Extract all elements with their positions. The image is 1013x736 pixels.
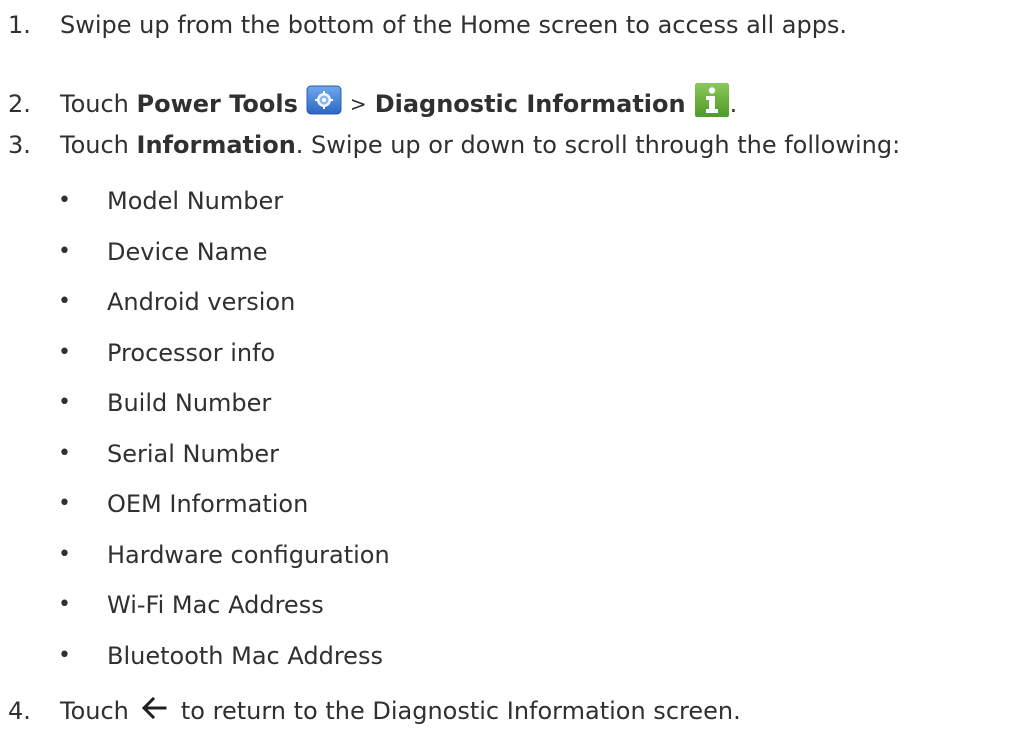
information-items-list: • Model Number • Device Name • Android vers… [58, 186, 390, 691]
step-3: 3. Touch Information . Swipe up or down … [8, 130, 900, 160]
instructions-document: 1. Swipe up from the bottom of the Home … [0, 0, 1013, 736]
list-item-text: Serial Number [107, 439, 279, 468]
step-4: 4. Touch to return to the Diagnostic Inf… [8, 696, 741, 726]
list-item-text: Android version [107, 288, 296, 316]
bullet: • [58, 491, 71, 516]
list-item: • Serial Number [58, 439, 390, 490]
list-item: • Processor info [58, 338, 390, 389]
step-text: to return to the Diagnostic Information … [180, 697, 741, 725]
bullet: • [58, 390, 71, 415]
back-arrow-icon [141, 696, 167, 726]
step-text: Swipe up from the bottom of the Home scr… [60, 11, 848, 39]
list-item: • Model Number [58, 186, 390, 237]
list-item-text: Build Number [107, 389, 272, 417]
power-tools-label: Power Tools [136, 89, 298, 118]
step-number: 2. [8, 89, 31, 118]
list-item-text: Wi-Fi Mac Address [107, 591, 324, 619]
list-item: • Wi-Fi Mac Address [58, 590, 390, 641]
step-touch-text: Touch [60, 131, 129, 159]
list-item: • Build Number [58, 388, 390, 439]
bullet: • [58, 541, 71, 567]
bullet: • [58, 642, 71, 668]
step-end-punctuation: . [729, 89, 738, 118]
list-item-text: Device Name [107, 237, 268, 266]
bullet: • [58, 592, 71, 617]
list-item: • Android version [58, 287, 390, 338]
list-item-text: Model Number [107, 187, 284, 215]
step-text: . Swipe up or down to scroll through the… [295, 131, 901, 159]
diagnostic-information-icon [694, 82, 730, 125]
list-item: • Bluetooth Mac Address [58, 641, 390, 692]
step-touch-text: Touch [60, 89, 129, 118]
step-number: 3. [8, 131, 31, 159]
step-number: 1. [8, 11, 31, 39]
list-item-text: Hardware configuration [107, 540, 390, 569]
list-item-text: Bluetooth Mac Address [107, 641, 383, 670]
list-item-text: Processor info [107, 338, 276, 367]
breadcrumb-separator: > [349, 91, 367, 116]
step-1: 1. Swipe up from the bottom of the Home … [8, 10, 847, 40]
bullet: • [58, 188, 71, 213]
list-item: • Device Name [58, 237, 390, 288]
diagnostic-information-label: Diagnostic Information [374, 89, 686, 118]
list-item: • OEM Information [58, 489, 390, 540]
information-label: Information [136, 131, 296, 159]
power-tools-icon [306, 85, 342, 122]
list-item-text: OEM Information [107, 490, 309, 518]
step-touch-text: Touch [60, 697, 129, 725]
bullet: • [58, 289, 71, 314]
bullet: • [58, 339, 71, 365]
bullet: • [58, 440, 71, 466]
step-2: 2. Touch Power Tools > Diagnostic Inform… [8, 82, 737, 125]
list-item: • Hardware configuration [58, 540, 390, 591]
bullet: • [58, 238, 71, 264]
step-number: 4. [8, 697, 31, 725]
